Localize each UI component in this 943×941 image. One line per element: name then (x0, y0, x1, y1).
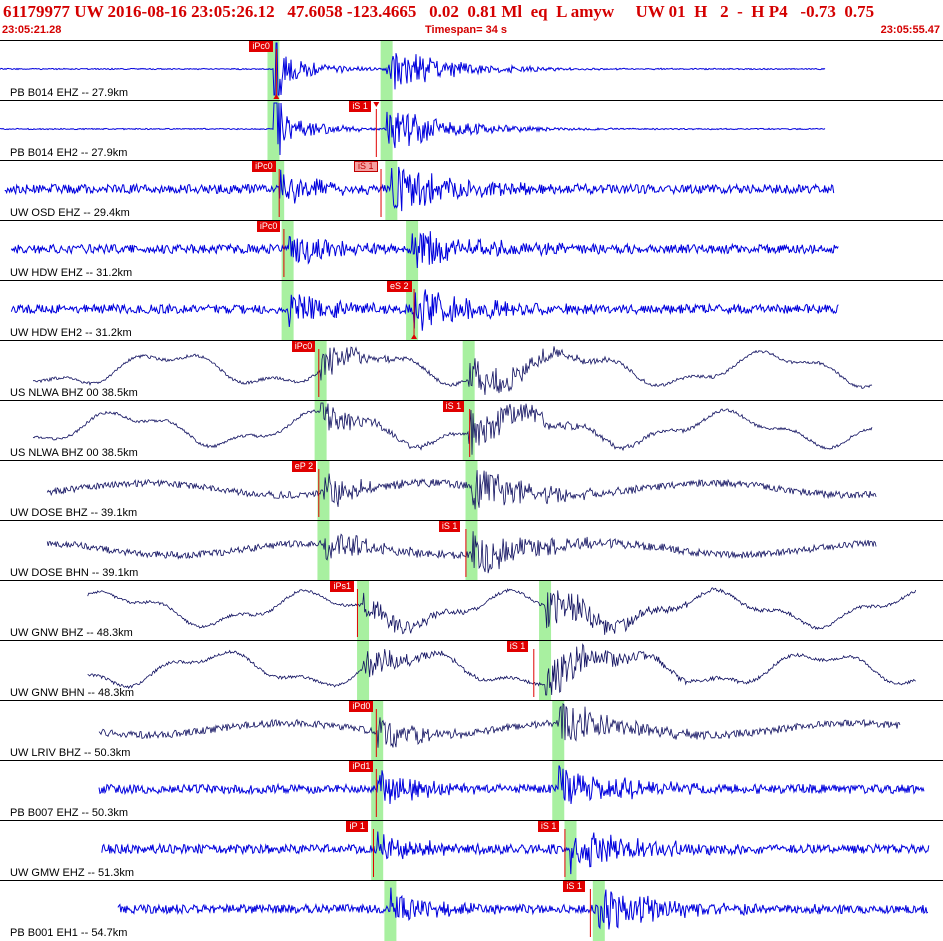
waveform-canvas (98, 701, 901, 761)
trace-panel[interactable]: iS 1 US NLWA BHZ 00 38.5km (0, 400, 943, 461)
phase-pick-flag[interactable]: iS 1 (506, 641, 529, 652)
waveform-trace (87, 587, 917, 635)
phase-pick-flag[interactable]: iPc0 (256, 221, 281, 232)
event-header: 61179977 UW 2016-08-16 23:05:26.12 47.60… (0, 0, 943, 40)
waveform-canvas (87, 581, 917, 641)
event-summary-title: 61179977 UW 2016-08-16 23:05:26.12 47.60… (3, 2, 875, 21)
trace-panel[interactable]: iPc0 UW HDW EHZ -- 31.2km (0, 220, 943, 281)
phase-pick-flag[interactable]: iPd1 (349, 761, 374, 772)
channel-label: US NLWA BHZ 00 38.5km (10, 387, 138, 399)
trace-panel[interactable]: iPs1 UW GNW BHZ -- 48.3km (0, 580, 943, 641)
trace-panel[interactable]: iPc0 iS 1 UW OSD EHZ -- 29.4km (0, 160, 943, 221)
waveform-canvas (87, 641, 916, 701)
phase-pick-flag[interactable]: iS 1 (563, 881, 585, 892)
channel-label: UW GMW EHZ -- 51.3km (10, 867, 135, 879)
waveform-canvas (0, 101, 826, 161)
channel-label: UW GNW BHZ -- 48.3km (10, 627, 133, 639)
timespan-readout: Timespan= 34 s (425, 24, 508, 36)
phase-pick-flag[interactable]: iPd0 (349, 701, 374, 712)
waveform-canvas (10, 281, 839, 341)
channel-label: UW DOSE BHN -- 39.1km (10, 567, 139, 579)
channel-label: PB B014 EHZ -- 27.9km (10, 87, 128, 99)
start-time: 23:05:21.28 (2, 24, 62, 36)
pick-window-highlight (357, 581, 370, 641)
pick-window-highlight (380, 101, 393, 161)
waveform-trace (98, 703, 901, 748)
waveform-trace (87, 643, 916, 696)
phase-pick-flag[interactable]: iPs1 (330, 581, 354, 592)
waveform-trace (46, 470, 877, 510)
phase-pick-flag[interactable]: iPc0 (249, 41, 273, 52)
phase-pick-flag[interactable]: eP 2 (291, 461, 317, 472)
waveform-canvas (4, 161, 835, 221)
trace-panel[interactable]: iPd1 PB B007 EHZ -- 50.3km (0, 760, 943, 821)
phase-pick-flag[interactable]: iPc0 (252, 161, 276, 172)
phase-pick-flag[interactable]: iS 1 (349, 101, 371, 112)
waveform-trace (98, 765, 925, 805)
trace-panel[interactable]: iS 1 PB B014 EH2 -- 27.9km (0, 100, 943, 161)
phase-pick-flag[interactable]: iS 1 (537, 821, 560, 832)
waveform-canvas (46, 521, 877, 581)
waveform-canvas (32, 401, 873, 461)
trace-panel[interactable]: iPc0 PB B014 EHZ -- 27.9km (0, 40, 943, 101)
pick-window-highlight (314, 401, 327, 461)
channel-label: UW LRIV BHZ -- 50.3km (10, 747, 131, 759)
waveform-trace (46, 531, 877, 574)
waveform-trace (10, 289, 839, 331)
trace-panel[interactable]: iS 1 PB B001 EH1 -- 54.7km (0, 880, 943, 941)
waveform-canvas (46, 461, 877, 521)
trace-panel[interactable]: iP 1 iS 1 UW GMW EHZ -- 51.3km (0, 820, 943, 881)
pick-window-highlight (317, 521, 330, 581)
waveform-canvas (98, 761, 925, 821)
trace-panel[interactable]: eP 2 UW DOSE BHZ -- 39.1km (0, 460, 943, 521)
pick-window-highlight (592, 881, 605, 941)
waveform-canvas (0, 41, 826, 101)
pick-triangle-icon (373, 102, 380, 107)
trace-panel[interactable]: iS 1 UW GNW BHN -- 48.3km (0, 640, 943, 701)
phase-pick-flag[interactable]: iPc0 (291, 341, 316, 352)
channel-label: US NLWA BHZ 00 38.5km (10, 447, 138, 459)
waveform-canvas (33, 341, 873, 401)
waveform-trace (117, 887, 929, 930)
waveform-trace (33, 346, 873, 395)
waveform-trace (10, 231, 839, 269)
channel-label: UW OSD EHZ -- 29.4km (10, 207, 130, 219)
phase-pick-flag[interactable]: iP 1 (346, 821, 368, 832)
phase-pick-flag[interactable]: iS 1 (438, 521, 461, 532)
trace-panel[interactable]: iS 1 UW DOSE BHN -- 39.1km (0, 520, 943, 581)
end-time: 23:05:55.47 (880, 24, 940, 36)
channel-label: UW DOSE BHZ -- 39.1km (10, 507, 138, 519)
phase-pick-flag[interactable]: iS 1 (354, 161, 378, 172)
pick-window-highlight (539, 581, 552, 641)
channel-label: PB B001 EH1 -- 54.7km (10, 927, 128, 939)
trace-panel[interactable]: iPd0 UW LRIV BHZ -- 50.3km (0, 700, 943, 761)
phase-pick-flag[interactable]: iS 1 (442, 401, 465, 412)
waveform-canvas (117, 881, 929, 941)
seismogram-panel-stack: iPc0 PB B014 EHZ -- 27.9km iS 1 PB B014 EH2… (0, 40, 943, 941)
waveform-trace (4, 166, 835, 212)
waveform-canvas (10, 221, 839, 281)
channel-label: UW HDW EHZ -- 31.2km (10, 267, 133, 279)
phase-pick-flag[interactable]: eS 2 (387, 281, 412, 292)
channel-label: PB B014 EH2 -- 27.9km (10, 147, 128, 159)
channel-label: UW GNW BHN -- 48.3km (10, 687, 135, 699)
channel-label: PB B007 EHZ -- 50.3km (10, 807, 128, 819)
channel-label: UW HDW EH2 -- 31.2km (10, 327, 132, 339)
trace-panel[interactable]: iPc0 US NLWA BHZ 00 38.5km (0, 340, 943, 401)
pick-window-highlight (465, 521, 478, 581)
waveform-trace (101, 831, 930, 875)
trace-panel[interactable]: eS 2 UW HDW EH2 -- 31.2km (0, 280, 943, 341)
waveform-canvas (101, 821, 930, 881)
